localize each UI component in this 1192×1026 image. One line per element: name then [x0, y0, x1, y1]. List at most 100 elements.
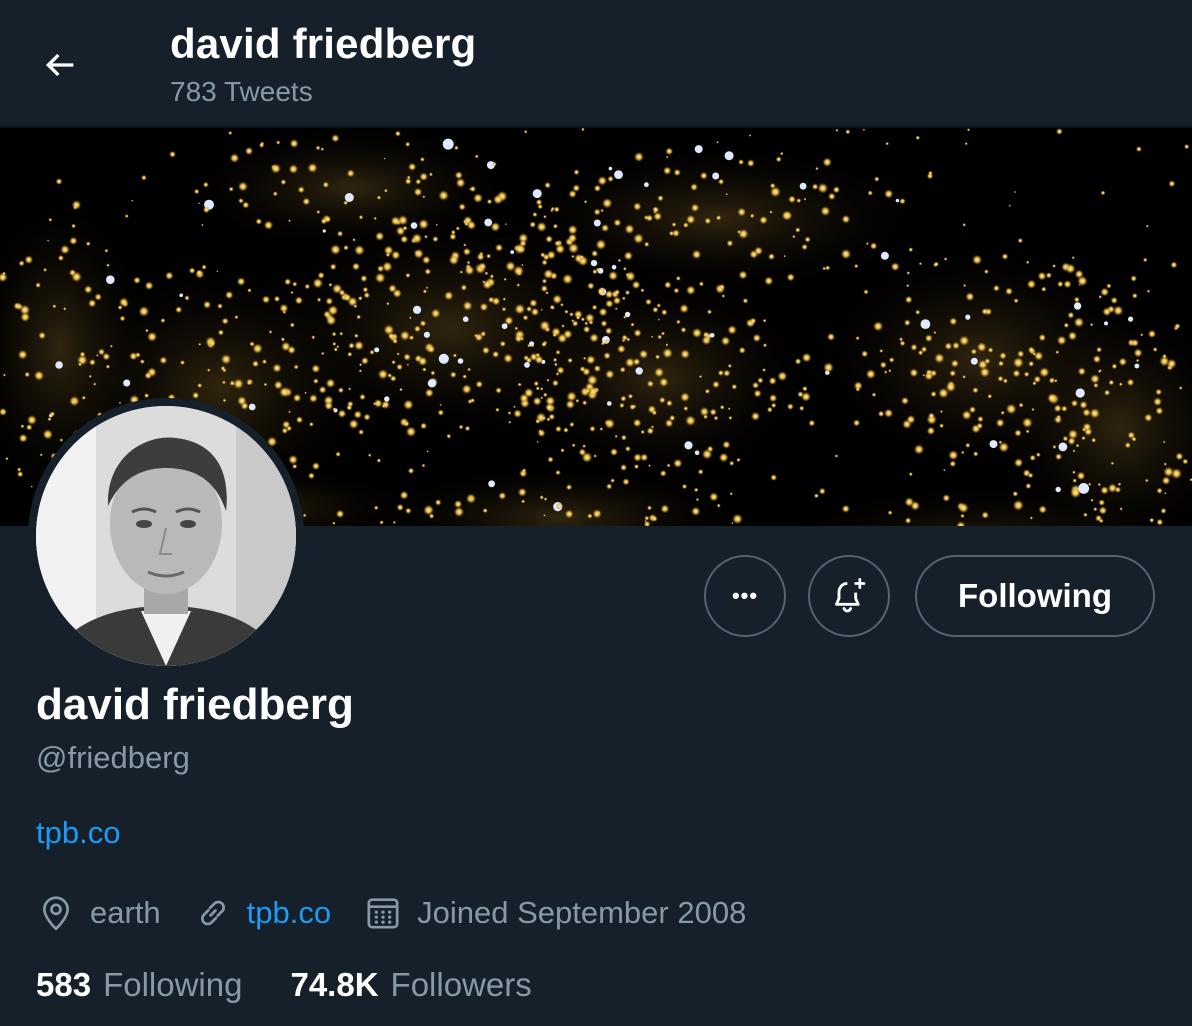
banner-star: [712, 380, 720, 389]
banner-star: [464, 425, 471, 432]
banner-star: [446, 433, 452, 439]
banner-star: [437, 409, 444, 416]
banner-haze: [495, 268, 825, 488]
banner-star: [904, 517, 912, 524]
banner-star: [55, 178, 63, 185]
banner-star: [1144, 413, 1153, 422]
banner-star: [754, 246, 763, 256]
banner-star: [958, 502, 969, 514]
banner-star: [943, 257, 948, 261]
banner-star: [591, 250, 599, 257]
banner-star: [216, 270, 219, 273]
banner-star: [462, 247, 471, 256]
banner-star: [654, 367, 665, 378]
following-button[interactable]: Following: [915, 555, 1155, 637]
banner-star: [598, 307, 608, 317]
banner-star: [543, 214, 547, 219]
banner-star: [343, 244, 349, 251]
calendar-icon: [367, 898, 399, 929]
banner-star: [625, 272, 630, 277]
banner-star: [1140, 333, 1144, 337]
banner-star: [752, 381, 760, 389]
banner-star: [540, 308, 543, 311]
banner-star: [302, 197, 311, 206]
banner-star: [835, 128, 839, 132]
banner-star: [605, 299, 614, 308]
banner-star: [356, 314, 362, 320]
banner-star: [180, 360, 185, 366]
banner-star: [478, 262, 487, 271]
banner-star: [904, 295, 913, 304]
banner-star: [1056, 128, 1063, 135]
banner-star: [1142, 257, 1148, 263]
banner-star: [292, 393, 302, 403]
banner-star: [1031, 407, 1035, 412]
banner-star: [663, 166, 672, 175]
banner-star: [422, 255, 431, 265]
banner-star: [450, 371, 457, 378]
banner-star: [915, 309, 921, 315]
banner-star: [507, 411, 512, 415]
banner-star: [339, 331, 344, 336]
banner-star: [455, 177, 466, 188]
banner-star: [1002, 378, 1009, 384]
followers-stat[interactable]: 74.8K Followers: [290, 966, 531, 1004]
banner-star: [318, 385, 327, 394]
banner-star: [845, 129, 851, 135]
banner-star: [52, 304, 57, 309]
banner-star: [237, 396, 247, 406]
banner-star: [605, 369, 615, 379]
banner-star: [363, 292, 370, 299]
banner-star: [534, 355, 544, 365]
banner-star: [593, 364, 601, 373]
banner-star: [390, 216, 401, 226]
banner-star: [666, 463, 671, 468]
website-link[interactable]: tpb.co: [247, 895, 331, 931]
banner-star: [160, 318, 166, 323]
banner-star: [1017, 350, 1025, 358]
banner-star: [604, 339, 610, 345]
banner-star: [675, 275, 681, 281]
banner-star: [88, 374, 92, 378]
banner-star: [373, 398, 383, 408]
bio-link[interactable]: tpb.co: [36, 815, 120, 851]
website-item[interactable]: tpb.co: [193, 893, 331, 933]
banner-star: [601, 224, 610, 232]
banner-star: [1056, 335, 1067, 346]
banner-star: [207, 368, 211, 372]
banner-star: [165, 271, 174, 280]
banner-star: [887, 510, 893, 516]
banner-star: [1017, 237, 1023, 244]
banner-star: [1174, 323, 1181, 330]
back-button[interactable]: [30, 37, 90, 93]
banner-star: [503, 277, 507, 281]
more-options-button[interactable]: •••: [704, 555, 786, 637]
banner-star: [555, 469, 561, 476]
banner-star: [435, 223, 438, 227]
banner-star: [783, 254, 786, 258]
banner-star: [727, 325, 737, 335]
banner-star: [987, 393, 993, 399]
banner-star: [1029, 516, 1033, 520]
banner-star: [438, 353, 449, 364]
banner-star: [49, 411, 56, 417]
notifications-button[interactable]: [808, 555, 890, 637]
banner-star: [942, 494, 951, 502]
more-icon: •••: [731, 583, 759, 608]
banner-star: [769, 182, 776, 189]
banner-star: [544, 181, 551, 189]
banner-star: [545, 235, 553, 243]
banner-star: [770, 474, 778, 481]
banner-star: [399, 490, 409, 500]
location-text: earth: [90, 895, 161, 930]
banner-star: [26, 415, 37, 425]
banner-star: [414, 325, 421, 333]
banner-star: [885, 141, 889, 146]
banner-star: [661, 309, 668, 316]
banner-star: [657, 195, 664, 202]
following-stat[interactable]: 583 Following: [36, 966, 242, 1004]
banner-star: [1078, 483, 1090, 494]
banner-star: [712, 172, 720, 180]
profile-avatar[interactable]: [28, 398, 304, 674]
banner-star: [623, 266, 627, 271]
